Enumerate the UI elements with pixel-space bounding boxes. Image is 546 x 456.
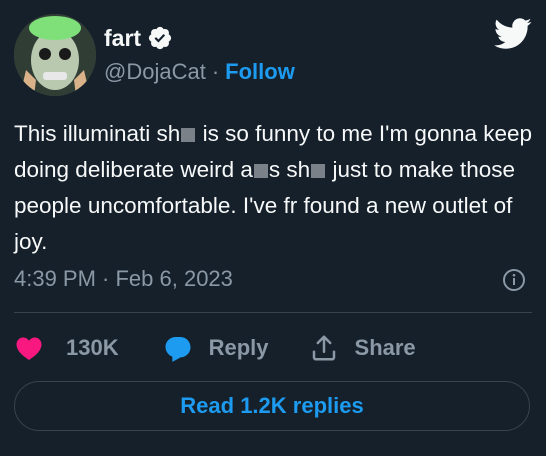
- handle[interactable]: @DojaCat: [104, 59, 206, 85]
- timestamp-text: 4:39 PM · Feb 6, 2023: [14, 266, 233, 291]
- reply-label: Reply: [208, 335, 269, 360]
- avatar[interactable]: [14, 14, 96, 96]
- read-replies-label: Read 1.2K replies: [180, 393, 364, 418]
- censor-block: [181, 128, 196, 142]
- twitter-bird-icon[interactable]: [494, 14, 532, 52]
- like-count: 130K: [66, 335, 119, 360]
- censor-block: [311, 164, 326, 178]
- timestamp[interactable]: 4:39 PM · Feb 6, 2023: [14, 264, 233, 294]
- handle-row: @DojaCat · Follow: [104, 58, 295, 86]
- tweet-text: This illuminati sh is so funny to me I'm…: [14, 116, 534, 260]
- share-button[interactable]: Share: [309, 333, 416, 363]
- reply-button[interactable]: Reply: [163, 333, 269, 363]
- separator-dot: ·: [211, 59, 220, 84]
- read-replies-button[interactable]: Read 1.2K replies: [14, 381, 530, 431]
- info-icon[interactable]: [502, 268, 526, 292]
- share-icon: [312, 335, 335, 361]
- verified-badge-icon: [148, 26, 172, 50]
- reply-bubble-icon: [165, 337, 191, 362]
- like-button[interactable]: 130K: [14, 333, 119, 363]
- censor-block: [253, 164, 268, 178]
- name-row: fart: [104, 24, 173, 52]
- avatar-image: [14, 14, 96, 96]
- divider: [14, 312, 532, 313]
- share-label: Share: [354, 335, 416, 360]
- heart-icon: [16, 337, 42, 360]
- tweet-text-part: s sh: [268, 157, 311, 182]
- tweet-card: fart @DojaCat · Follow This illuminati s…: [0, 0, 546, 456]
- follow-button[interactable]: Follow: [225, 59, 295, 85]
- display-name[interactable]: fart: [104, 25, 141, 52]
- action-bar: 130K Reply Share: [14, 328, 416, 368]
- tweet-text-part: This illuminati sh: [14, 121, 181, 146]
